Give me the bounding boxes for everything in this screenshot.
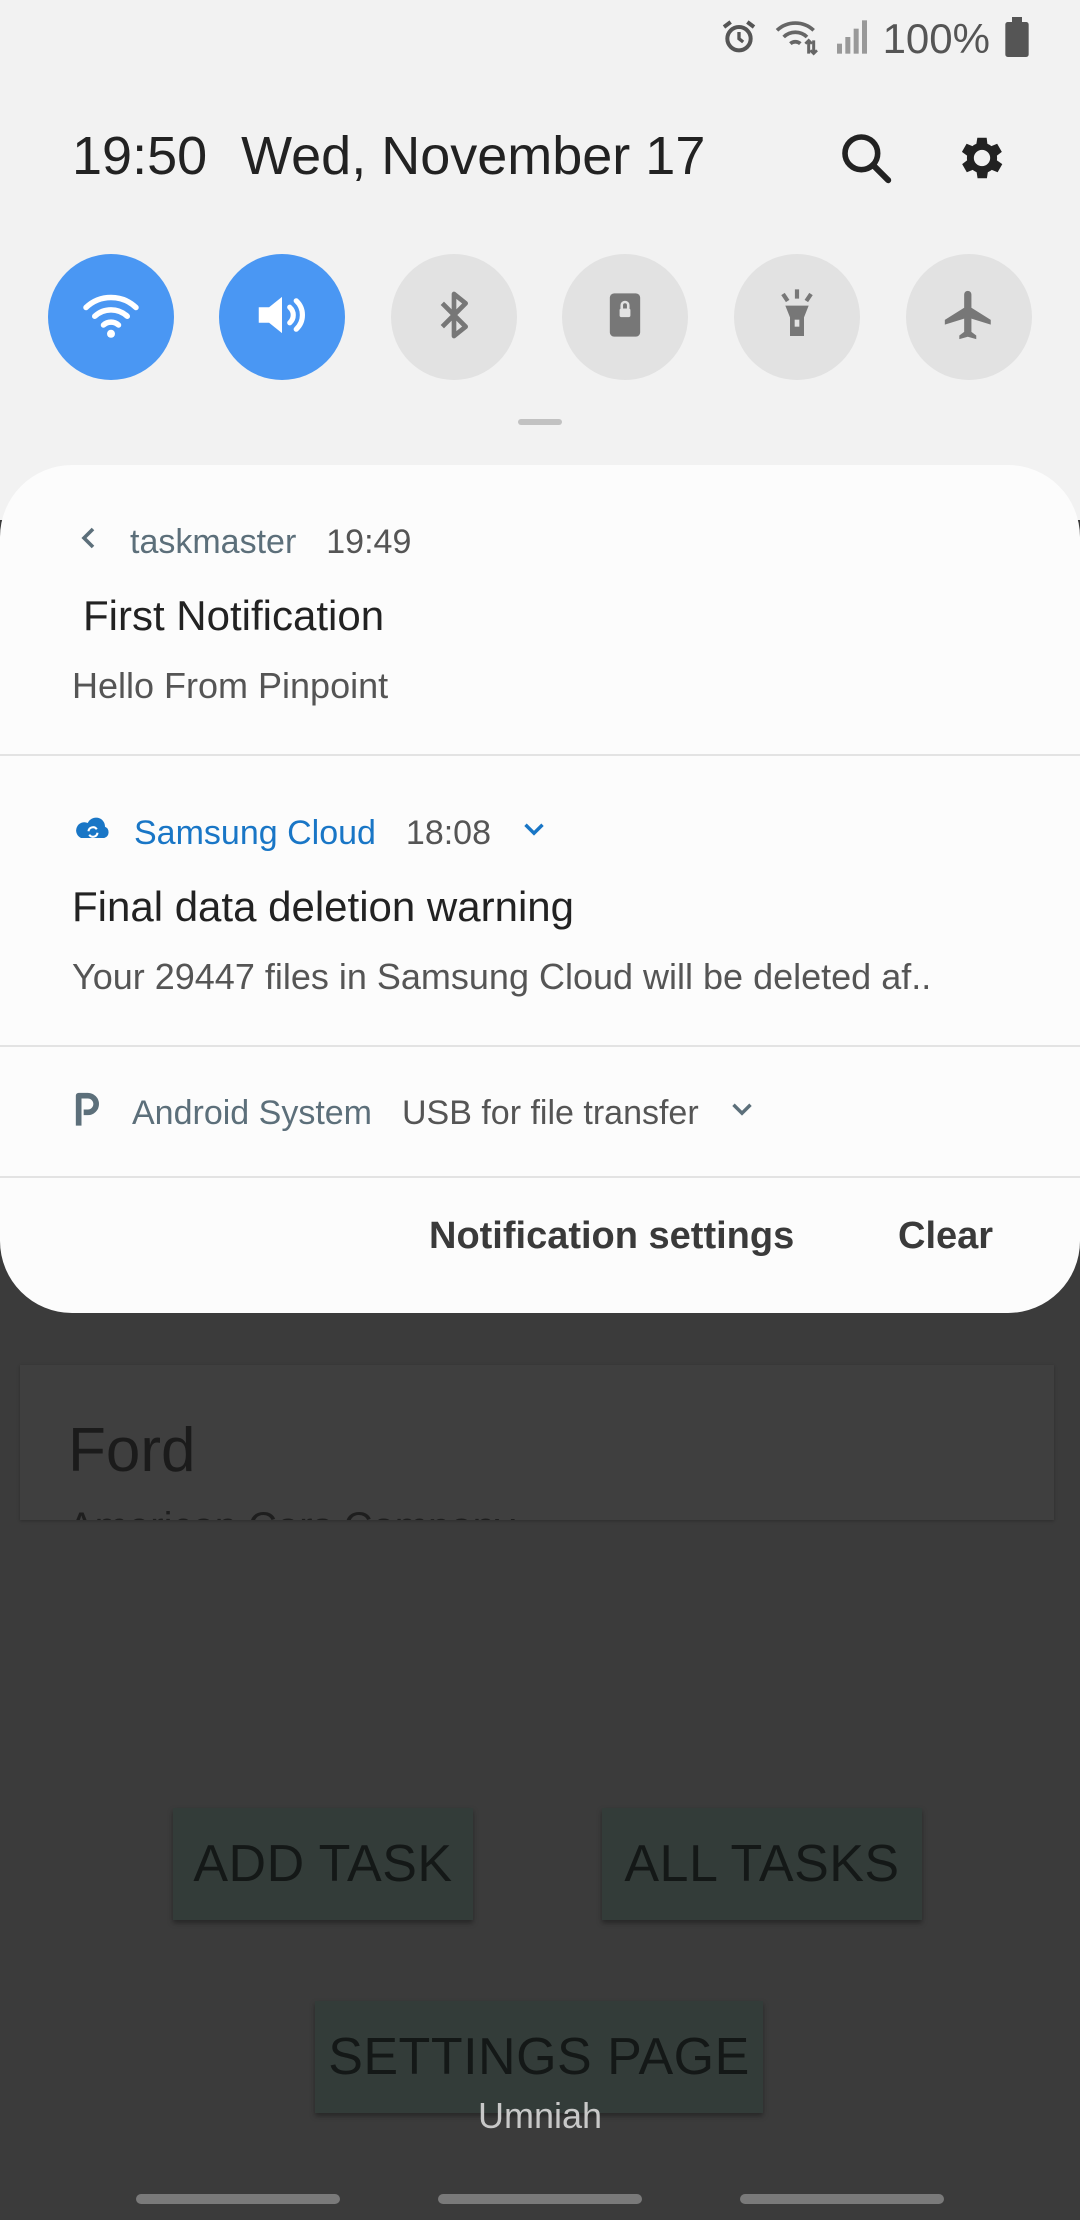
notification-body: Your 29447 files in Samsung Cloud will b… [72, 956, 932, 997]
divider [0, 1176, 1080, 1178]
clock-date: 19:50 Wed, November 17 [72, 125, 705, 187]
notification-app-name: Samsung Cloud [134, 814, 376, 852]
navigation-bar [0, 2182, 1080, 2220]
nav-recents-button[interactable] [136, 2194, 340, 2204]
notification-title: Final data deletion warning [72, 883, 574, 930]
notification-android-system[interactable]: Android System USB for file transfer [0, 1047, 1080, 1177]
notification-panel: taskmaster 19:49 First Notification Hell… [0, 465, 1080, 1313]
notification-app-name: Android System [132, 1094, 372, 1132]
bluetooth-icon [426, 287, 482, 348]
clear-button[interactable]: Clear [898, 1215, 993, 1275]
chevron-down-icon[interactable] [725, 1092, 759, 1135]
notification-taskmaster[interactable]: taskmaster 19:49 First Notification Hell… [0, 465, 1080, 755]
chevron-left-icon[interactable] [72, 520, 108, 565]
notification-shade: 100% 19:50 Wed, November 17 [0, 0, 1080, 520]
cloud-sync-icon [72, 811, 114, 856]
nav-home-button[interactable] [438, 2194, 642, 2204]
gear-icon[interactable] [950, 126, 1014, 190]
alarm-icon [719, 17, 759, 62]
bluetooth-toggle[interactable] [391, 254, 517, 380]
portrait-lock-toggle[interactable] [562, 254, 688, 380]
android-system-icon [72, 1089, 102, 1138]
notification-header: Samsung Cloud 18:08 [72, 811, 551, 856]
airplane-mode-toggle[interactable] [906, 254, 1032, 380]
flashlight-icon [769, 287, 825, 348]
carrier-label: Umniah [477, 2095, 603, 2136]
sound-toggle[interactable] [219, 254, 345, 380]
volume-icon [251, 284, 313, 351]
card-title: Ford [68, 1416, 196, 1485]
wifi-status-icon [773, 17, 821, 62]
task-card[interactable]: Ford American Cars Company [20, 1365, 1054, 1520]
nav-back-button[interactable] [740, 2194, 944, 2204]
all-tasks-button[interactable]: ALL TASKS [602, 1808, 922, 1920]
notification-title: First Notification [83, 592, 385, 639]
battery-percent: 100% [882, 15, 990, 62]
airplane-icon [940, 286, 998, 349]
notification-body: Hello From Pinpoint [72, 665, 389, 706]
add-task-button[interactable]: ADD TASK [173, 1808, 473, 1920]
notification-time: 18:08 [405, 814, 492, 852]
chevron-down-icon[interactable] [517, 812, 551, 855]
notification-time: 19:49 [326, 523, 412, 561]
shade-handle[interactable] [518, 419, 562, 425]
clock-time: 19:50 [72, 126, 208, 186]
battery-icon [1004, 16, 1030, 62]
lock-rotation-icon [599, 289, 651, 346]
notification-header: Android System USB for file transfer [72, 1089, 759, 1138]
notification-header: taskmaster 19:49 [72, 520, 411, 565]
status-bar: 100% [719, 14, 1030, 64]
signal-icon [835, 17, 869, 62]
search-icon[interactable] [834, 126, 898, 190]
wifi-toggle[interactable] [48, 254, 174, 380]
wifi-icon [81, 285, 141, 350]
flashlight-toggle[interactable] [734, 254, 860, 380]
quick-settings [48, 254, 1032, 382]
notification-samsung-cloud[interactable]: Samsung Cloud 18:08 Final data deletion … [0, 756, 1080, 1046]
date-label: Wed, November 17 [241, 126, 706, 186]
notification-app-name: taskmaster [130, 523, 297, 561]
card-subtitle: American Cars Company [68, 1505, 515, 1520]
notification-settings-button[interactable]: Notification settings [429, 1215, 794, 1275]
notification-text: USB for file transfer [402, 1094, 699, 1132]
